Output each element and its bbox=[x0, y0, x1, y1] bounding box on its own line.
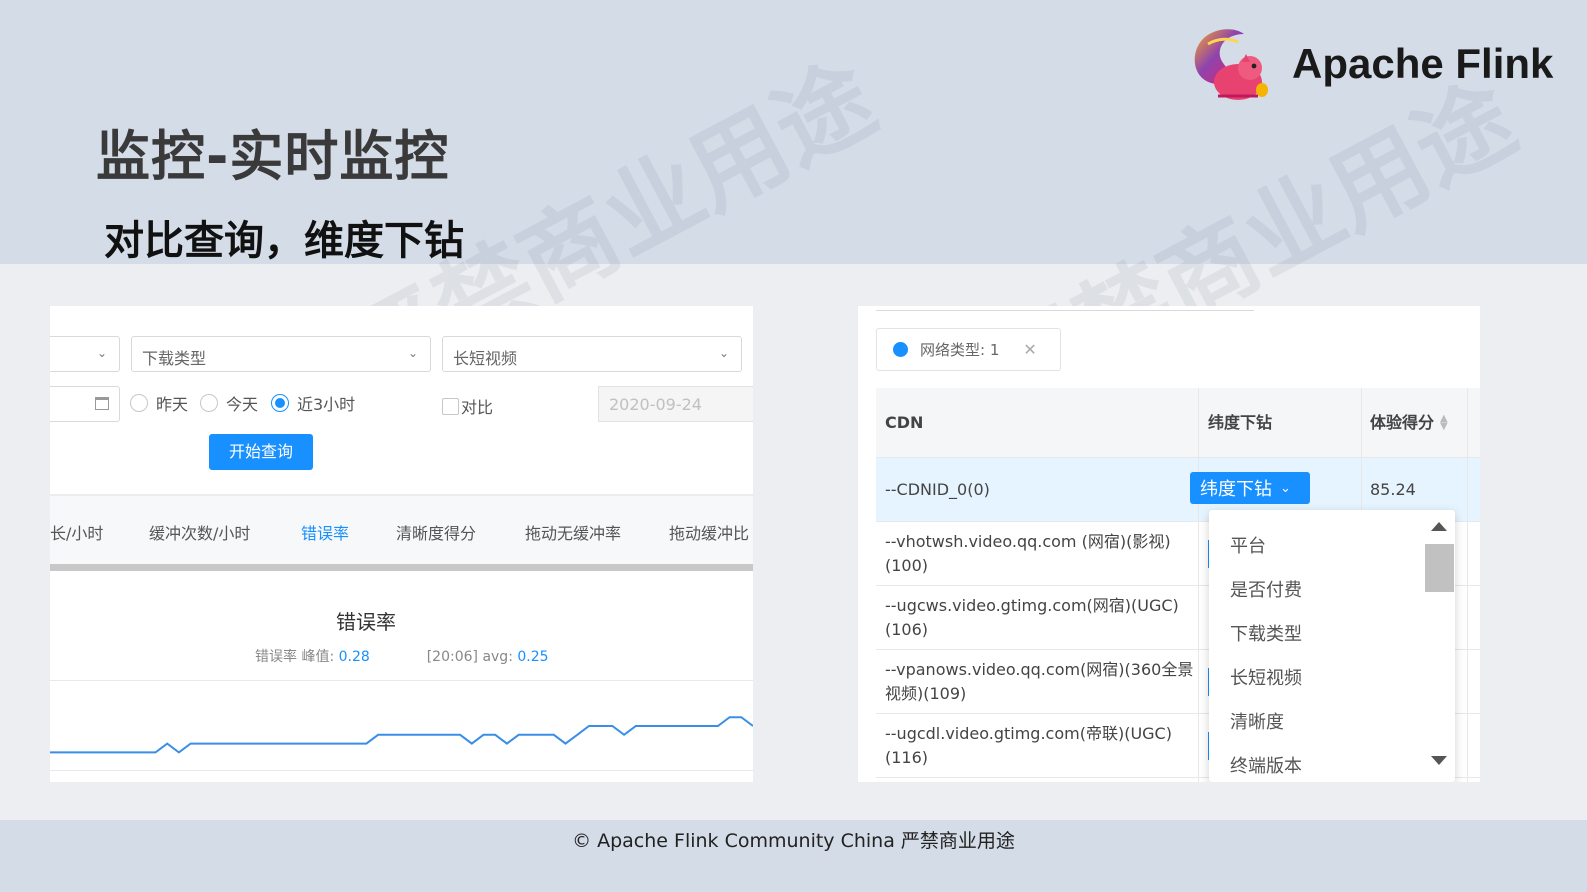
drill-panel: 网络类型: 1 ✕ CDN 纬度下钻 体验得分 ▲ ▼ --CDNID_0(0) … bbox=[858, 306, 1480, 782]
cdn-cell: --CDNID_0(0) bbox=[885, 479, 990, 499]
dropdown-item-platform[interactable]: 平台 bbox=[1230, 532, 1266, 558]
filter-tag[interactable]: 网络类型: 1 ✕ bbox=[876, 328, 1061, 371]
cdn-cell: --ugcdl.video.gtimg.com(帝联)(UGC)(116) bbox=[885, 723, 1172, 767]
compare-checkbox[interactable]: 对比 bbox=[442, 394, 493, 418]
peak-time: [20:06] bbox=[426, 649, 478, 665]
compare-date-input[interactable]: 2020-09-24 bbox=[598, 386, 753, 422]
dropdown-item-download-type[interactable]: 下载类型 bbox=[1230, 620, 1302, 646]
select-value: 长短视频 bbox=[453, 349, 518, 368]
download-type-select[interactable]: 下载类型 ⌄ bbox=[131, 336, 431, 372]
chevron-down-icon: ⌄ bbox=[96, 346, 107, 360]
avg-value: 0.25 bbox=[517, 649, 549, 665]
header-score[interactable]: 体验得分 ▲ ▼ bbox=[1361, 388, 1448, 457]
error-rate-series-line bbox=[50, 716, 753, 754]
header-drill: 纬度下钻 bbox=[1208, 412, 1273, 432]
tab-duration[interactable]: 长/小时 bbox=[50, 520, 103, 544]
scroll-up-icon[interactable] bbox=[1431, 522, 1447, 531]
divider bbox=[876, 310, 1254, 311]
dropdown-item-video-length[interactable]: 长短视频 bbox=[1230, 664, 1302, 690]
sort-icon[interactable]: ▲ ▼ bbox=[1440, 413, 1448, 431]
slide-subtitle: 对比查询，维度下钻 bbox=[104, 218, 464, 264]
metric-tabs: 长/小时 缓冲次数/小时 错误率 清晰度得分 拖动无缓冲率 拖动缓冲比 bbox=[50, 494, 753, 570]
header-cdn: CDN bbox=[885, 412, 924, 432]
scroll-thumb[interactable] bbox=[1425, 544, 1454, 592]
cdn-cell: --vhotwsh.video.qq.com (网宿)(影视)(100) bbox=[885, 531, 1171, 575]
dimension-drill-button[interactable]: 纬度下钻 ⌄ bbox=[1190, 472, 1310, 504]
drill-button-label: 纬度下钻 bbox=[1200, 479, 1272, 500]
video-length-select[interactable]: 长短视频 ⌄ bbox=[442, 336, 742, 372]
chevron-down-icon: ⌄ bbox=[718, 346, 729, 360]
radio-yesterday[interactable]: 昨天 bbox=[130, 391, 188, 415]
dropdown-item-client-version[interactable]: 终端版本 bbox=[1230, 752, 1302, 778]
radio-today[interactable]: 今天 bbox=[200, 391, 258, 415]
query-panel: ⌄ 下载类型 ⌄ 长短视频 ⌄ 昨天 今天 近3小时 对比 2020-09-24… bbox=[50, 306, 753, 782]
dimension-dropdown: 平台 是否付费 下载类型 长短视频 清晰度 终端版本 bbox=[1209, 510, 1455, 782]
close-icon[interactable]: ✕ bbox=[1023, 340, 1036, 359]
date-picker[interactable] bbox=[50, 386, 120, 422]
column-divider bbox=[1467, 388, 1468, 782]
slide-title: 监控-实时监控 bbox=[96, 125, 450, 188]
radio-circle-checked bbox=[271, 394, 289, 412]
avg-label: avg: bbox=[482, 649, 513, 665]
column-divider bbox=[1198, 388, 1199, 782]
partial-select[interactable]: ⌄ bbox=[50, 336, 120, 372]
header-score-label: 体验得分 bbox=[1370, 412, 1435, 432]
scroll-down-icon[interactable] bbox=[1431, 756, 1447, 765]
dropdown-item-paid[interactable]: 是否付费 bbox=[1230, 576, 1302, 602]
cdn-cell: --vpanows.video.qq.com(网宿)(360全景视频)(109) bbox=[885, 659, 1194, 703]
tab-scroll-bar[interactable] bbox=[50, 564, 753, 571]
chart-title: 错误率 bbox=[336, 610, 396, 634]
tab-error-rate[interactable]: 错误率 bbox=[301, 520, 349, 544]
checkbox-label: 对比 bbox=[461, 398, 494, 417]
chart-stats: 错误率 峰值: 0.28 [20:06] avg: 0.25 bbox=[255, 646, 549, 666]
radio-label: 近3小时 bbox=[297, 395, 356, 414]
status-dot-icon bbox=[893, 342, 908, 357]
peak-label: 错误率 峰值: bbox=[255, 649, 335, 665]
filter-tag-label: 网络类型: 1 bbox=[920, 341, 1000, 359]
chart-divider bbox=[50, 680, 753, 681]
error-rate-line-chart bbox=[50, 716, 753, 754]
tab-seek-buffer-ratio[interactable]: 拖动缓冲比 bbox=[669, 520, 749, 544]
checkbox-box bbox=[442, 397, 459, 415]
cdn-cell: --ugcws.video.gtimg.com(网宿)(UGC)(106) bbox=[885, 595, 1179, 639]
dropdown-item-clarity[interactable]: 清晰度 bbox=[1230, 708, 1284, 734]
calendar-icon bbox=[95, 397, 109, 410]
select-value: 下载类型 bbox=[142, 349, 207, 368]
chevron-down-icon: ⌄ bbox=[407, 346, 418, 360]
tab-seek-no-buffer[interactable]: 拖动无缓冲率 bbox=[525, 520, 621, 544]
tab-buffer-count[interactable]: 缓冲次数/小时 bbox=[149, 520, 250, 544]
chevron-down-icon: ⌄ bbox=[1280, 480, 1291, 496]
table-header: CDN 纬度下钻 体验得分 ▲ ▼ bbox=[876, 388, 1480, 458]
radio-circle bbox=[130, 394, 148, 412]
peak-value: 0.28 bbox=[338, 649, 370, 665]
radio-last-3-hours[interactable]: 近3小时 bbox=[271, 391, 355, 415]
footer-copyright: © Apache Flink Community China 严禁商业用途 bbox=[572, 830, 1015, 852]
chart-baseline bbox=[50, 770, 753, 771]
start-query-button[interactable]: 开始查询 bbox=[209, 434, 313, 470]
radio-label: 今天 bbox=[226, 395, 259, 414]
brand-name: Apache Flink bbox=[1292, 40, 1554, 87]
radio-circle bbox=[200, 394, 218, 412]
dropdown-scrollbar[interactable] bbox=[1422, 510, 1455, 782]
radio-label: 昨天 bbox=[156, 395, 189, 414]
brand-logo: Apache Flink bbox=[1188, 24, 1553, 104]
tab-clarity-score[interactable]: 清晰度得分 bbox=[396, 520, 476, 544]
flink-squirrel-icon bbox=[1194, 29, 1268, 100]
